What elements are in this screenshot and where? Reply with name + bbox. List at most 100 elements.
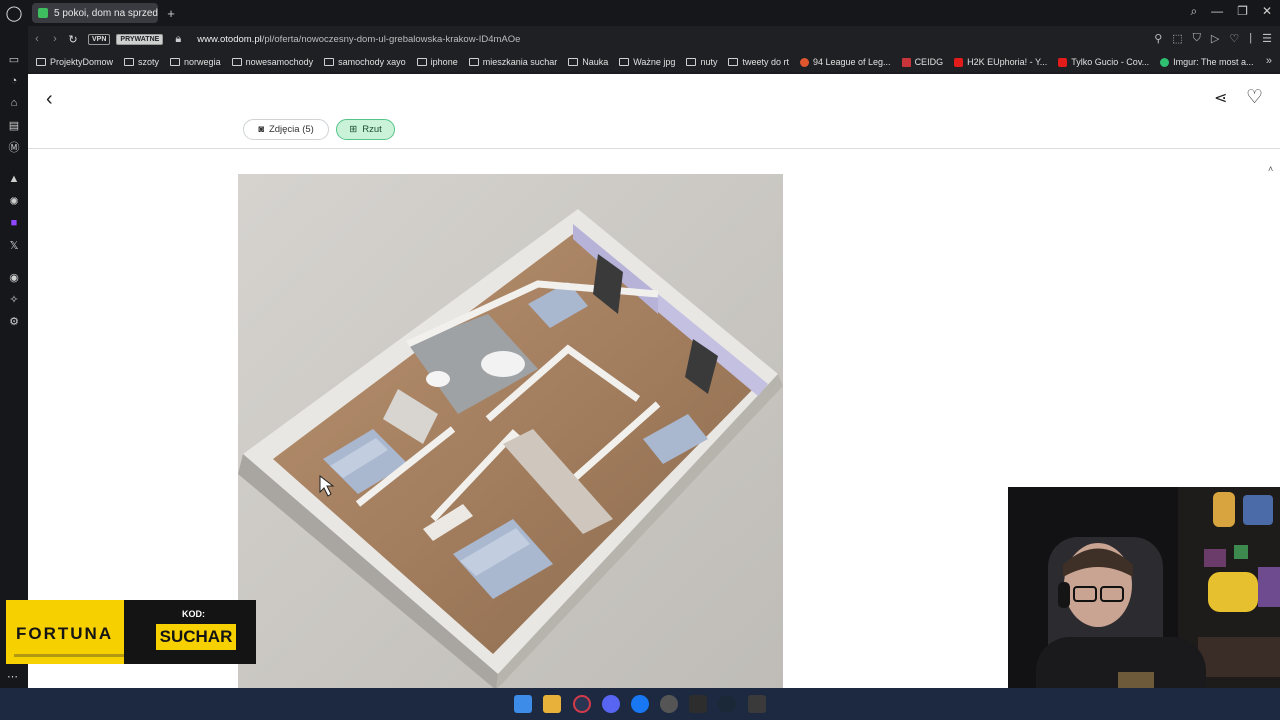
steam-icon[interactable] — [718, 695, 736, 713]
youtube-icon — [954, 57, 964, 67]
g-app-icon[interactable] — [748, 695, 766, 713]
windows-taskbar — [0, 688, 1280, 720]
flow-icon[interactable]: ⌂ — [7, 96, 21, 110]
bookmark-item[interactable]: CEIDG — [901, 57, 943, 67]
notes-icon[interactable]: ▤ — [7, 118, 21, 132]
restore-icon[interactable]: ❐ — [1237, 4, 1248, 19]
chevron-left-icon[interactable]: ‹ — [46, 88, 53, 111]
vpn-badge[interactable]: VPN — [88, 33, 111, 45]
close-icon[interactable]: ✕ — [1262, 4, 1272, 19]
bookmark-item[interactable]: Imgur: The most a... — [1160, 57, 1254, 67]
chevron-up-icon[interactable]: ˄ — [1268, 164, 1273, 174]
tab-title: 5 pokoi, dom na sprzedaż — [54, 7, 158, 19]
bookmark-item[interactable]: Nauka — [568, 57, 608, 67]
url-field[interactable]: www.otodom.pl/pl/oferta/nowoczesny-dom-u… — [197, 34, 520, 45]
fortuna-ad[interactable]: FORTUNA KOD: SUCHAR — [6, 600, 256, 664]
private-badge: PRYWATNE — [116, 33, 164, 45]
url-path: /pl/oferta/nowoczesny-dom-ul-grebalowska… — [261, 33, 521, 45]
url-host: www.otodom.pl — [197, 33, 262, 45]
aria-icon[interactable]: ◔ — [7, 74, 21, 88]
bookmark-item[interactable]: norwegia — [170, 57, 221, 67]
active-tab[interactable]: 5 pokoi, dom na sprzedaż — [32, 3, 158, 23]
chatgpt-icon[interactable]: ✺ — [7, 194, 21, 208]
heart-icon[interactable]: ♡ — [1246, 86, 1263, 109]
m-app-icon[interactable]: Ⓜ — [7, 140, 21, 154]
header-divider — [28, 148, 1280, 149]
facebook-icon[interactable] — [631, 695, 649, 713]
pin-icon[interactable]: ⚲ — [1154, 32, 1162, 45]
bookmark-item[interactable]: Ważne jpg — [619, 57, 675, 67]
folder-icon — [568, 58, 579, 66]
address-bar: ‹ › ↻ VPN PRYWATNE 🔒︎ www.otodom.pl/pl/o… — [28, 26, 1280, 52]
file-explorer-icon[interactable] — [543, 695, 561, 713]
opera-logo-icon[interactable]: ◯ — [0, 0, 28, 26]
terminal-icon[interactable] — [689, 695, 707, 713]
snapshot-icon[interactable]: ⬚ — [1172, 32, 1182, 45]
share-icon[interactable]: ⋖ — [1214, 88, 1227, 108]
floorplan-icon: ⊞ — [349, 124, 358, 135]
bookmark-item[interactable]: nowesamochody — [231, 57, 313, 67]
bookmark-item[interactable]: tweety do rt — [728, 57, 789, 67]
back-nav-icon[interactable]: ‹ — [28, 33, 46, 45]
folder-icon — [686, 58, 697, 66]
bookmark-item[interactable]: 94 League of Leg... — [799, 57, 891, 67]
bookmark-item[interactable]: samochody xayo — [324, 57, 406, 67]
obs-icon[interactable] — [660, 695, 678, 713]
bookmark-item[interactable]: szoty — [124, 57, 159, 67]
opera-taskbar-icon[interactable] — [573, 695, 591, 713]
bookmark-item[interactable]: iphone — [416, 57, 458, 67]
screen: ◯ 5 pokoi, dom na sprzedaż + ⌕ — ❐ ✕ ‹ ›… — [0, 0, 1280, 720]
folder-icon — [619, 58, 630, 66]
easy-setup-icon[interactable]: ☰ — [1262, 32, 1272, 45]
discord-icon[interactable] — [602, 695, 620, 713]
bookmark-item[interactable]: ProjektyDomow — [36, 57, 113, 67]
vertical-separator: | — [1249, 32, 1253, 44]
player-icon[interactable]: ◉ — [7, 270, 21, 284]
x-icon[interactable]: 𝕏 — [7, 238, 21, 252]
extensions-icon[interactable]: ✧ — [7, 292, 21, 306]
twitch-icon[interactable]: ■ — [7, 216, 21, 230]
folder-icon — [124, 58, 135, 66]
photos-button[interactable]: ◙ Zdjęcia (5) — [243, 119, 329, 140]
game-icon[interactable]: ▭ — [7, 52, 21, 66]
bookmark-item[interactable]: Tylko Gucio - Cov... — [1058, 57, 1149, 67]
fortuna-code-panel: KOD: SUCHAR — [124, 600, 256, 664]
window-controls: ⌕ — ❐ ✕ — [1190, 4, 1272, 19]
bookmark-item[interactable]: mieszkania suchar — [468, 57, 557, 67]
bookmarks-overflow-icon[interactable]: » — [1266, 55, 1272, 67]
bookmark-item[interactable]: H2K EUphoria! - Y... — [954, 57, 1047, 67]
minimize-icon[interactable]: — — [1211, 4, 1223, 19]
imgur-icon — [1160, 57, 1170, 67]
browser-sidebar: ▭ ◔ ⌂ ▤ Ⓜ ▲ ✺ ■ 𝕏 ◉ ✧ ⚙ ⋯ — [0, 26, 28, 688]
folder-icon — [36, 58, 46, 66]
youtube-icon — [1058, 57, 1068, 67]
send-icon[interactable]: ▷ — [1211, 32, 1219, 45]
windows-start-icon[interactable] — [514, 695, 532, 713]
promo-code: SUCHAR — [156, 624, 236, 650]
sidebar-more-icon[interactable]: ⋯ — [7, 670, 18, 683]
code-label: KOD: — [182, 609, 205, 619]
folder-icon — [416, 58, 427, 66]
folder-icon — [170, 58, 181, 66]
floorplan-button[interactable]: ⊞ Rzut — [336, 119, 395, 140]
folder-icon — [324, 58, 335, 66]
heart-outline-icon[interactable]: ♡ — [1229, 32, 1239, 45]
search-icon[interactable]: ⌕ — [1190, 4, 1197, 19]
settings-icon[interactable]: ⚙ — [7, 314, 21, 328]
bookmark-item[interactable]: nuty — [686, 57, 717, 67]
a-app-icon[interactable]: ▲ — [7, 172, 21, 186]
ceidg-icon — [901, 57, 911, 67]
photos-button-label: Zdjęcia (5) — [268, 124, 314, 135]
bookmarks-bar: ProjektyDomow szoty norwegia nowesamocho… — [28, 52, 1280, 72]
ad-fine-print — [14, 654, 134, 657]
new-tab-button[interactable]: + — [162, 4, 180, 22]
shield-icon[interactable]: ⛉ — [1193, 32, 1201, 45]
streamer-webcam-image — [1008, 487, 1280, 720]
folder-icon — [231, 58, 242, 66]
fortuna-logo: FORTUNA — [16, 624, 114, 643]
forward-nav-icon[interactable]: › — [46, 33, 64, 45]
floorplan-image[interactable] — [238, 174, 783, 688]
address-bar-actions: ⚲ ⬚ ⛉ ▷ ♡ | ☰ — [1154, 32, 1272, 45]
lock-icon[interactable]: 🔒︎ — [169, 33, 187, 46]
reload-icon[interactable]: ↻ — [64, 33, 82, 46]
